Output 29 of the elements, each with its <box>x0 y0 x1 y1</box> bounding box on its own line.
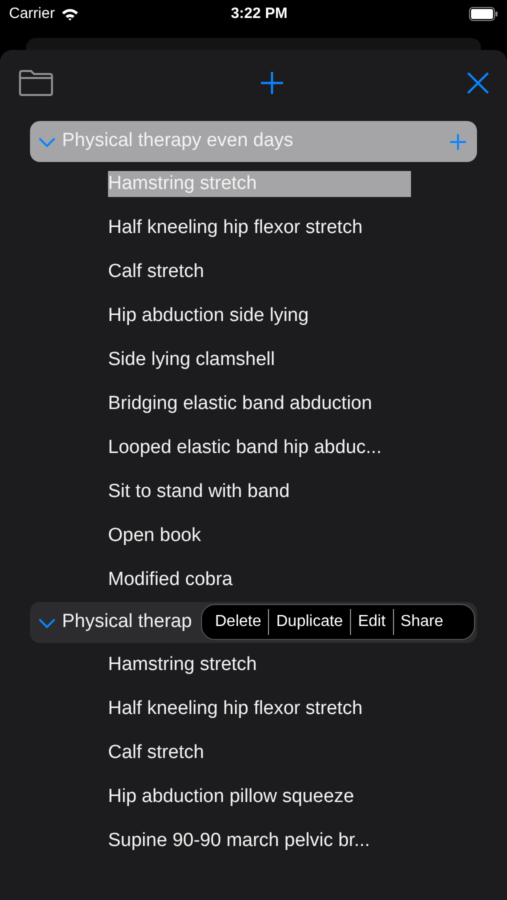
exercise-item[interactable]: Hip abduction pillow squeeze <box>108 784 411 810</box>
exercise-item[interactable]: Half kneeling hip flexor stretch <box>108 215 411 241</box>
add-icon[interactable] <box>260 71 284 95</box>
exercise-item[interactable]: Hamstring stretch <box>108 652 411 678</box>
carrier-label: Carrier <box>9 4 55 24</box>
wifi-icon <box>60 8 79 20</box>
exercise-item[interactable]: Side lying clamshell <box>108 347 411 373</box>
exercise-item[interactable]: Calf stretch <box>108 259 411 285</box>
exercise-item[interactable]: Calf stretch <box>108 740 411 766</box>
menu-item[interactable]: Edit <box>350 610 393 634</box>
exercise-item[interactable]: Half kneeling hip flexor stretch <box>108 696 411 722</box>
battery-icon <box>469 7 498 21</box>
exercise-item[interactable]: Sit to stand with band <box>108 479 411 505</box>
status-time: 3:22 PM <box>230 4 288 24</box>
group-title: Physical therap <box>62 610 192 634</box>
chevron-icon[interactable] <box>38 616 56 628</box>
exercise-item[interactable]: Open book <box>108 523 411 549</box>
exercise-item[interactable]: Looped elastic band hip abduc... <box>108 435 411 461</box>
menu-item[interactable]: Duplicate <box>269 610 350 634</box>
folder-icon[interactable] <box>18 69 54 97</box>
group-header[interactable]: Physical therap Delete Duplicate Edit Share <box>30 602 477 643</box>
exercise-item[interactable]: Hip abduction side lying <box>108 303 411 329</box>
menu-item[interactable]: Share <box>394 610 450 634</box>
close-icon[interactable] <box>467 72 489 94</box>
menu-item[interactable]: Delete <box>208 610 268 634</box>
exercise-item[interactable]: Supine 90-90 march pelvic br... <box>108 828 411 854</box>
exercise-item[interactable]: Bridging elastic band abduction <box>108 391 411 417</box>
exercise-item[interactable]: Modified cobra <box>108 567 411 593</box>
group-title: Physical therapy even days <box>62 129 294 154</box>
